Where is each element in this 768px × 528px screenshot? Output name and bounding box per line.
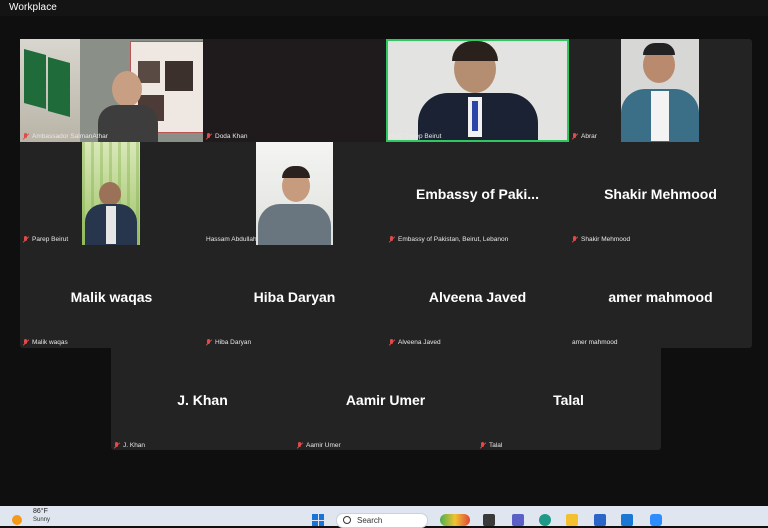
mic-muted-icon <box>23 236 29 243</box>
participant-name: amer mahmood <box>572 339 618 346</box>
store-icon[interactable] <box>594 514 606 526</box>
participant-display-name: Malik waqas <box>70 289 153 305</box>
task-view-icon[interactable] <box>483 514 495 526</box>
participant-name: Ambassador SalmanAthar <box>32 133 108 140</box>
participant-display-name: Alveena Javed <box>428 289 527 305</box>
participant-video <box>82 142 140 245</box>
participant-tile-talal[interactable]: Talal Talal <box>477 348 660 451</box>
file-explorer-icon[interactable] <box>566 514 578 526</box>
edge-icon[interactable] <box>539 514 551 526</box>
participant-video <box>256 142 333 245</box>
participant-name: Doda Khan <box>215 133 248 140</box>
participant-video <box>20 39 203 142</box>
mic-muted-icon <box>389 339 395 346</box>
participant-tile-shakir-mehmood[interactable]: Shakir Mehmood Shakir Mehmood <box>569 142 752 245</box>
mic-muted-icon <box>572 133 578 140</box>
participant-tile-amer-mahmood[interactable]: amer mahmood amer mahmood <box>569 245 752 348</box>
participant-tile-alveena-javed[interactable]: Alveena Javed Alveena Javed <box>386 245 569 348</box>
participant-name: Abrar <box>581 133 597 140</box>
participant-tile-j-khan[interactable]: J. Khan J. Khan <box>111 348 294 451</box>
participant-name: Hiba Daryan <box>215 339 252 346</box>
mic-muted-icon <box>23 339 29 346</box>
participant-name: Shakir Mehmood <box>581 236 631 243</box>
participant-name: HOC Parep Beirut <box>389 133 442 140</box>
participant-tile-doda-khan[interactable]: Doda Khan <box>203 39 386 142</box>
mic-muted-icon <box>480 442 486 449</box>
mic-muted-icon <box>206 133 212 140</box>
weather-temperature: 86°F <box>33 508 48 515</box>
copilot-icon[interactable] <box>440 514 470 526</box>
participant-name: Talal <box>489 442 503 449</box>
participant-tile-hiba-daryan[interactable]: Hiba Daryan Hiba Daryan <box>203 245 386 348</box>
app-title: Workplace <box>9 2 57 13</box>
mail-icon[interactable] <box>621 514 633 526</box>
participant-grid: Ambassador SalmanAthar Doda Khan HOC Par… <box>20 39 752 348</box>
participant-tile-parep-beirut[interactable]: Parep Beirut <box>20 142 203 245</box>
participant-video <box>388 41 567 140</box>
participant-name: Alveena Javed <box>398 339 441 346</box>
participant-name: Aamir Umer <box>306 442 341 449</box>
participant-display-name: Hiba Daryan <box>253 289 336 305</box>
participant-display-name: Embassy of Paki... <box>416 186 539 202</box>
search-label: Search <box>357 516 383 525</box>
participant-name: Hassam Abdullah <box>206 236 257 243</box>
flag-pakistan-icon <box>24 49 46 109</box>
windows-taskbar: 86°F Sunny Search <box>0 506 768 528</box>
participant-tile-hassam-abdullah[interactable]: Hassam Abdullah <box>203 142 386 245</box>
participant-display-name: J. Khan <box>177 392 228 408</box>
window-titlebar: Workplace <box>0 0 768 16</box>
participant-name: Parep Beirut <box>32 236 69 243</box>
mic-muted-icon <box>389 236 395 243</box>
teams-icon[interactable] <box>512 514 524 526</box>
participant-display-name: Aamir Umer <box>345 392 426 408</box>
participant-tile-ambassador[interactable]: Ambassador SalmanAthar <box>20 39 203 142</box>
participant-display-name: Shakir Mehmood <box>604 186 717 202</box>
sun-icon <box>12 515 22 525</box>
participant-video <box>621 39 699 142</box>
participant-name: Embassy of Pakistan, Beirut, Lebanon <box>398 236 509 243</box>
participant-grid-bottom-row: J. Khan J. Khan Aamir Umer Aamir Umer Ta… <box>111 348 661 450</box>
participant-name: Malik waqas <box>32 339 68 346</box>
participant-tile-malik-waqas[interactable]: Malik waqas Malik waqas <box>20 245 203 348</box>
mic-muted-icon <box>114 442 120 449</box>
participant-tile-aamir-umer[interactable]: Aamir Umer Aamir Umer <box>294 348 477 451</box>
participant-display-name: amer mahmood <box>608 289 713 305</box>
zoom-icon[interactable] <box>650 514 662 526</box>
windows-start-icon[interactable] <box>312 514 324 526</box>
participant-tile-hoc-parep-beirut[interactable]: HOC Parep Beirut <box>386 39 569 142</box>
participant-name: J. Khan <box>123 442 146 449</box>
participant-display-name: Talal <box>553 392 584 408</box>
mic-muted-icon <box>23 133 29 140</box>
participant-tile-abrar[interactable]: Abrar <box>569 39 752 142</box>
flag-pakistan-icon <box>48 57 70 117</box>
mic-muted-icon <box>206 339 212 346</box>
participant-tile-embassy[interactable]: Embassy of Paki... Embassy of Pakistan, … <box>386 142 569 245</box>
search-icon <box>343 516 351 524</box>
mic-muted-icon <box>572 236 578 243</box>
weather-condition: Sunny <box>33 517 51 523</box>
mic-muted-icon <box>297 442 303 449</box>
